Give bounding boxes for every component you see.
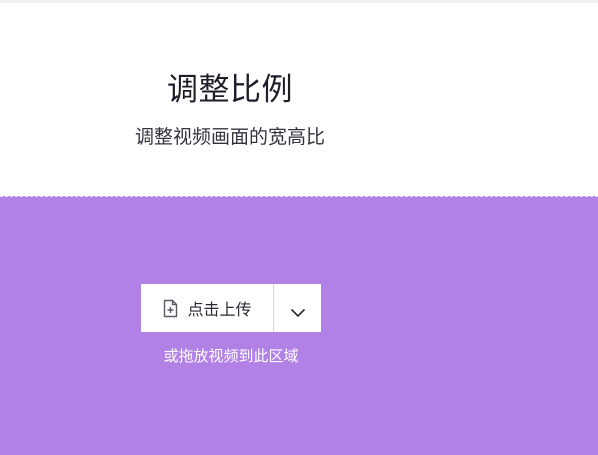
upload-options-dropdown[interactable] [274, 284, 321, 332]
upload-button-label: 点击上传 [187, 300, 252, 319]
upload-button-group: 点击上传 [141, 284, 321, 332]
page-title: 调整比例 [167, 72, 293, 108]
chevron-down-icon [290, 303, 306, 318]
upload-button[interactable]: 点击上传 [141, 284, 274, 332]
file-add-icon [162, 299, 179, 318]
page-subtitle: 调整视频画面的宽高比 [134, 126, 325, 148]
drop-hint-text: 或拖放视频到此区域 [163, 347, 299, 365]
top-strip [0, 0, 598, 3]
header-section: 调整比例 调整视频画面的宽高比 [0, 0, 598, 197]
page: 调整比例 调整视频画面的宽高比 点击上传 或拖放视频到此区域 [0, 0, 598, 455]
